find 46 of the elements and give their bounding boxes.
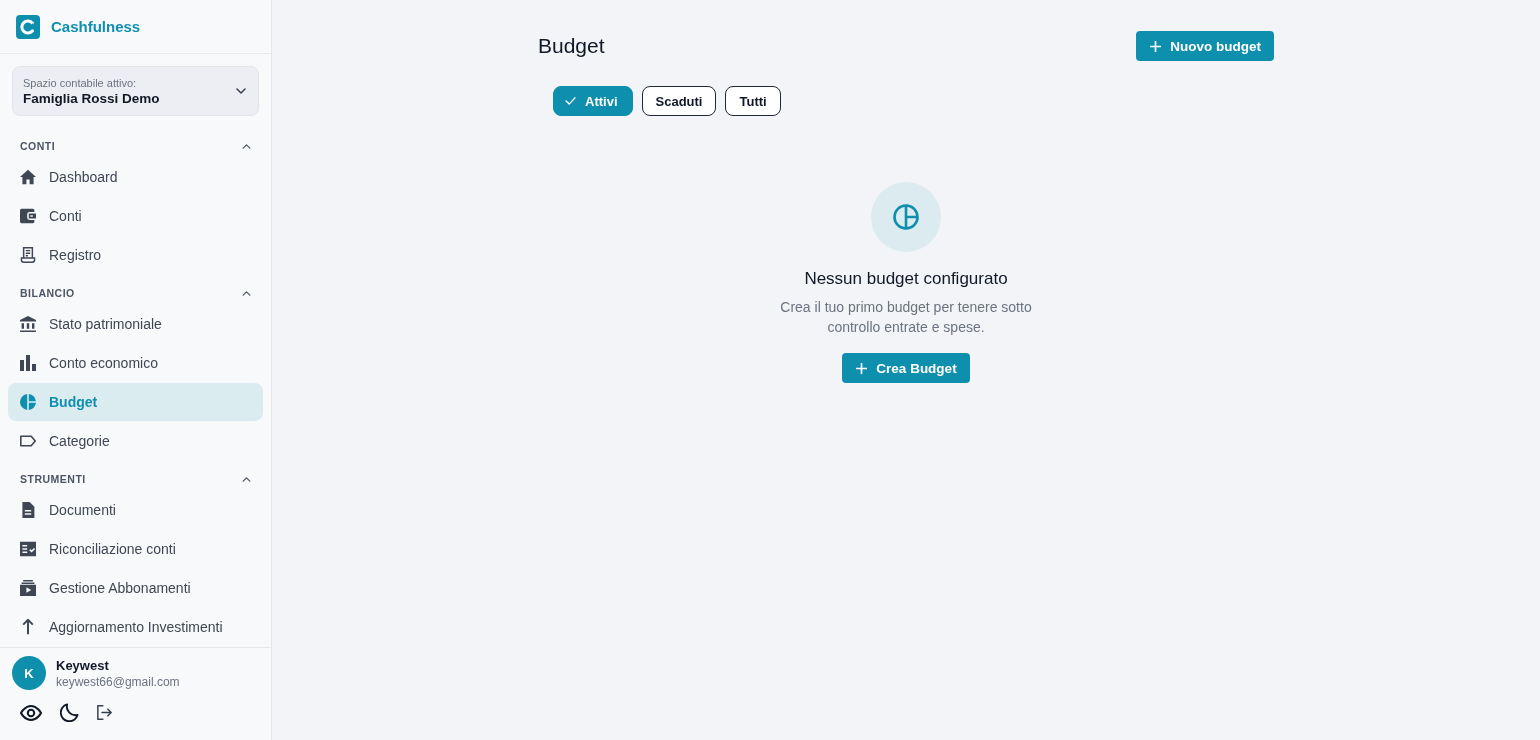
user-email: keywest66@gmail.com [56,674,180,689]
check-icon [565,97,576,105]
home-icon [20,169,36,185]
app-name: Cashfulness [51,18,141,35]
avatar: K [12,656,46,690]
new-budget-button[interactable]: Nuovo budget [1136,31,1274,61]
sidebar-item[interactable]: Gestione Abbonamenti [8,569,263,607]
arrow-up-icon [20,619,36,635]
chevron-down-icon [236,88,246,94]
moon-icon[interactable] [60,703,79,722]
page-title: Budget [538,34,605,58]
document-icon [20,502,36,518]
sidebar-item[interactable]: Stato patrimoniale [8,305,263,343]
section-header[interactable]: BILANCIO [0,275,271,305]
logout-icon[interactable] [97,705,112,720]
user-name: Keywest [56,657,110,673]
section-header[interactable]: CONTI [0,128,271,158]
media-stack-icon [20,580,36,596]
filter-tab[interactable]: Scaduti [641,86,717,116]
logo-icon [16,14,40,39]
empty-state-description: Crea il tuo primo budget per tenere sotto controllo entrate e spese. [779,298,1033,337]
plus-icon [1150,40,1162,52]
eye-icon[interactable] [20,704,42,721]
tag-icon [20,433,36,449]
sidebar-item[interactable]: Aggiornamento Investimenti [8,608,263,646]
plus-icon [856,362,868,374]
filter-tab[interactable]: Attivi [553,86,633,116]
sidebar-item[interactable]: Categorie [8,422,263,460]
empty-state-title: Nessun budget configurato [804,269,1008,289]
bar-chart-icon [20,355,36,371]
sidebar-item[interactable]: Conti [8,197,263,235]
sidebar-item[interactable]: Dashboard [8,158,263,196]
pie-chart-icon [871,182,941,252]
sidebar-item[interactable]: Riconciliazione conti [8,530,263,568]
filter-tab[interactable]: Tutti [725,86,781,116]
pie-chart-icon [20,394,36,410]
receipt-icon [20,247,36,263]
wallet-icon [20,208,36,224]
create-budget-button[interactable]: Crea Budget [842,353,970,383]
workspace-selector[interactable]: Spazio contabile attivo: Famiglia Rossi Demo [12,66,259,116]
section-header[interactable]: STRUMENTI [0,461,271,491]
sidebar-item[interactable]: Conto economico [8,344,263,382]
sidebar-item[interactable]: Documenti [8,491,263,529]
sidebar-item[interactable]: Registro [8,236,263,274]
bank-icon [20,316,36,332]
checklist-icon [20,541,36,557]
